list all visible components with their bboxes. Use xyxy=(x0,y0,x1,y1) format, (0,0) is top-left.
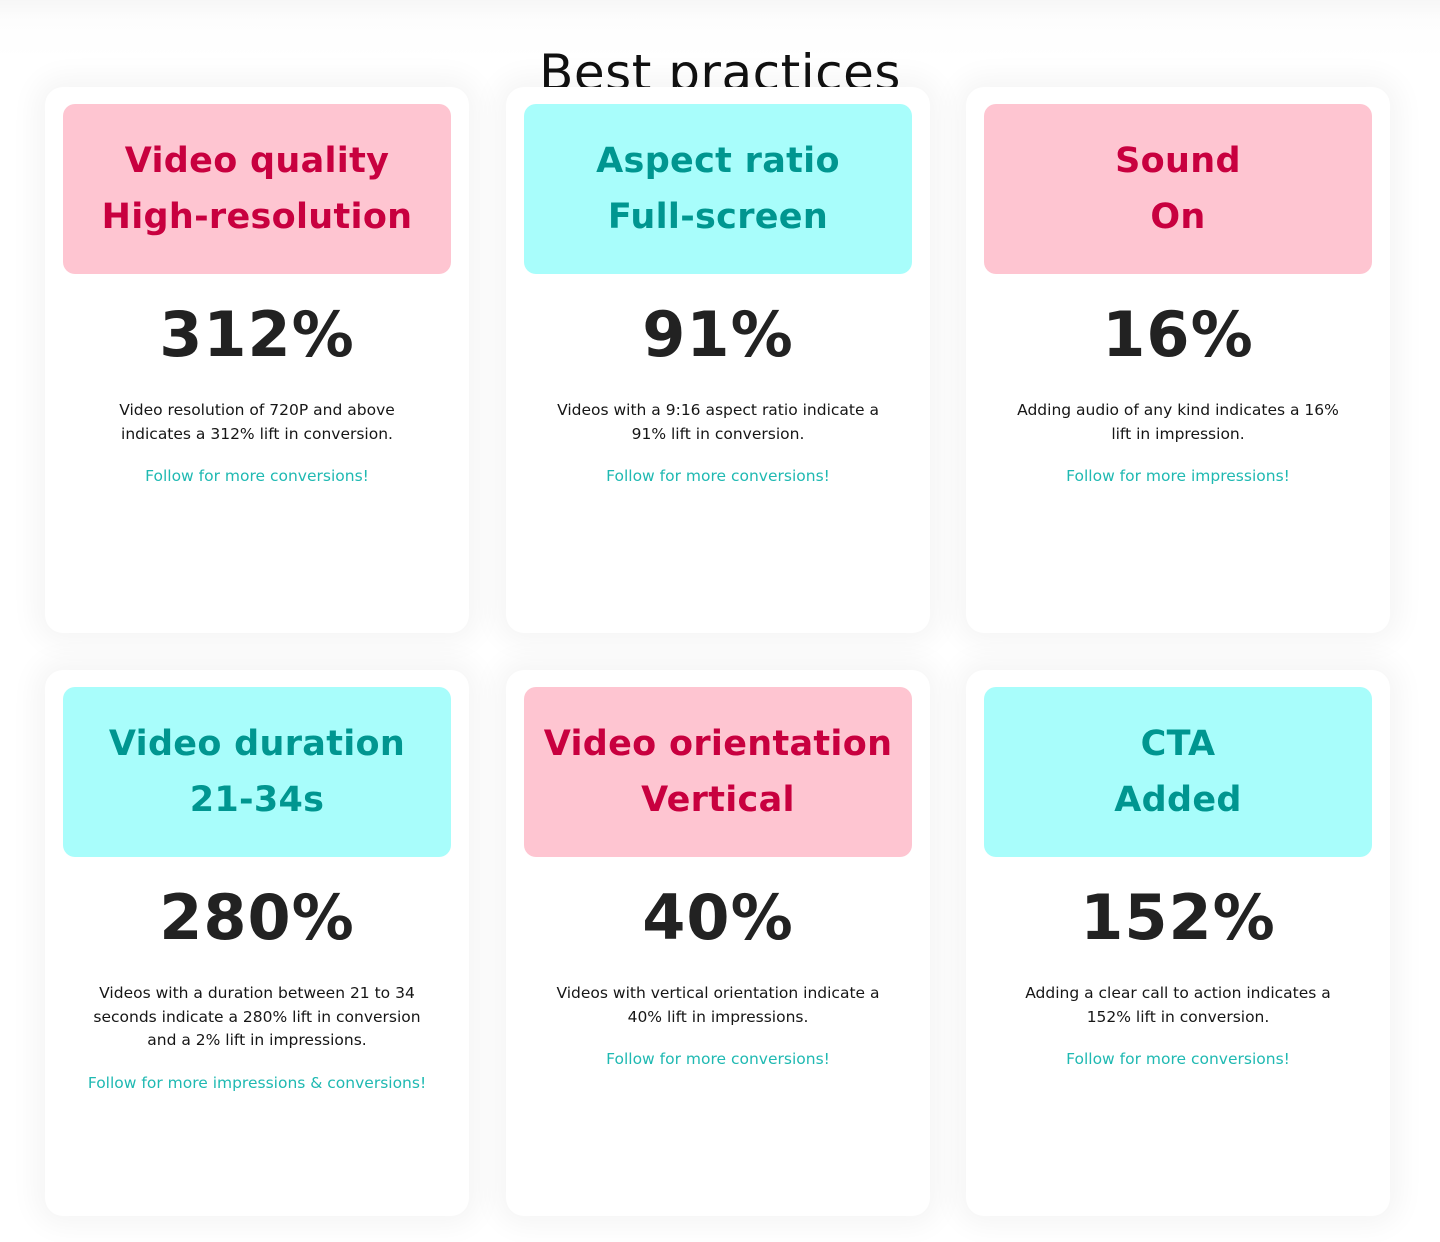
card-subtitle: Full-screen xyxy=(607,197,829,237)
card-subtitle: On xyxy=(1150,197,1206,237)
follow-link[interactable]: Follow for more conversions! xyxy=(1016,1048,1340,1072)
card-banner: Aspect ratio Full-screen xyxy=(524,104,912,274)
follow-link[interactable]: Follow for more conversions! xyxy=(556,465,880,489)
card-description: Adding audio of any kind indicates a 16%… xyxy=(1017,401,1339,443)
card-banner: CTA Added xyxy=(984,687,1372,857)
card-subtitle: 21-34s xyxy=(189,780,325,820)
card-banner: Video quality High-resolution xyxy=(63,104,451,274)
card-stat: 152% xyxy=(1080,881,1276,954)
card-stat: 312% xyxy=(159,298,355,371)
card-video-duration: Video duration 21-34s 280% Videos with a… xyxy=(45,670,469,1216)
card-aspect-ratio: Aspect ratio Full-screen 91% Videos with… xyxy=(506,87,930,633)
card-title: Aspect ratio xyxy=(596,141,840,181)
card-stat: 16% xyxy=(1102,298,1254,371)
card-cta: CTA Added 152% Adding a clear call to ac… xyxy=(966,670,1390,1216)
card-banner: Video orientation Vertical xyxy=(524,687,912,857)
card-banner: Video duration 21-34s xyxy=(63,687,451,857)
card-description: Videos with a 9:16 aspect ratio indicate… xyxy=(557,401,879,443)
card-description: Videos with vertical orientation indicat… xyxy=(556,984,880,1026)
follow-link[interactable]: Follow for more conversions! xyxy=(95,465,419,489)
follow-link[interactable]: Follow for more impressions! xyxy=(1016,465,1340,489)
card-title: Video quality xyxy=(124,141,390,181)
card-title: Video orientation xyxy=(543,724,893,764)
card-video-quality: Video quality High-resolution 312% Video… xyxy=(45,87,469,633)
card-subtitle: Vertical xyxy=(641,780,795,820)
card-stat: 91% xyxy=(642,298,794,371)
card-subtitle: Added xyxy=(1114,780,1242,820)
card-stat: 40% xyxy=(642,881,794,954)
card-title: Video duration xyxy=(108,724,406,764)
card-description: Adding a clear call to action indicates … xyxy=(1025,984,1331,1026)
card-stat: 280% xyxy=(159,881,355,954)
card-title: CTA xyxy=(1140,724,1216,764)
card-description: Video resolution of 720P and above indic… xyxy=(119,401,395,443)
card-sound: Sound On 16% Adding audio of any kind in… xyxy=(966,87,1390,633)
follow-link[interactable]: Follow for more impressions & conversion… xyxy=(65,1072,449,1096)
card-banner: Sound On xyxy=(984,104,1372,274)
card-title: Sound xyxy=(1115,141,1241,181)
card-description: Videos with a duration between 21 to 34 … xyxy=(93,984,421,1049)
card-subtitle: High-resolution xyxy=(101,197,413,237)
follow-link[interactable]: Follow for more conversions! xyxy=(556,1048,880,1072)
card-video-orientation: Video orientation Vertical 40% Videos wi… xyxy=(506,670,930,1216)
